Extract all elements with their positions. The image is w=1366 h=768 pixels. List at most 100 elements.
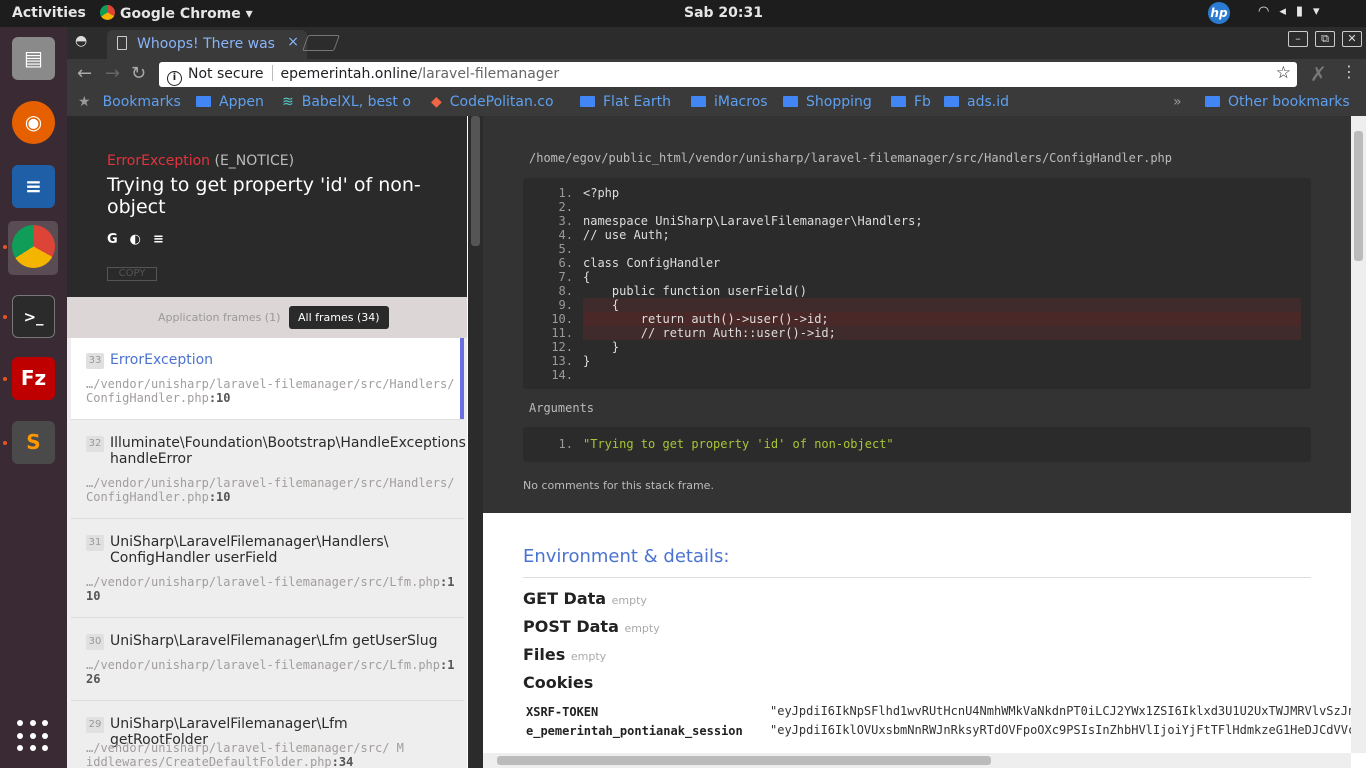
dock-firefox[interactable]: ◉ bbox=[8, 97, 58, 151]
chrome-menu-icon[interactable]: ⋮ bbox=[1341, 62, 1357, 81]
copy-button[interactable]: COPY bbox=[107, 267, 157, 281]
file-path: /home/egov/public_html/vendor/unisharp/l… bbox=[529, 151, 1172, 165]
dock-filezilla[interactable]: Fz bbox=[3, 353, 58, 407]
horizontal-scrollbar[interactable] bbox=[483, 753, 1351, 768]
dock-chrome[interactable] bbox=[3, 221, 58, 275]
other-bookmarks[interactable]: Other bookmarks bbox=[1205, 94, 1350, 110]
close-tab-icon[interactable]: × bbox=[287, 34, 299, 50]
line-number: 13. bbox=[551, 354, 573, 368]
frame-item[interactable]: 30 UniSharp\LaravelFilemanager\Lfm getUs… bbox=[71, 618, 464, 701]
tab-active[interactable]: Whoops! There was × bbox=[107, 30, 307, 59]
close-window-icon[interactable]: ✕ bbox=[1342, 31, 1362, 47]
url-host: epemerintah.online bbox=[280, 66, 418, 82]
section-cookies: Cookies bbox=[523, 673, 593, 692]
info-icon[interactable]: i bbox=[167, 71, 182, 86]
line-number: 5. bbox=[558, 242, 573, 256]
dock-files[interactable]: ▤ bbox=[8, 33, 58, 87]
exception-code: (E_NOTICE) bbox=[214, 153, 295, 169]
stackoverflow-icon[interactable]: ≡ bbox=[153, 232, 176, 247]
forward-icon[interactable]: → bbox=[105, 63, 120, 84]
bookmark-star-icon[interactable]: ☆ bbox=[1276, 63, 1291, 83]
minimize-icon[interactable]: – bbox=[1288, 31, 1308, 47]
frame-file: …/vendor/unisharp/laravel-filemanager/sr… bbox=[86, 658, 456, 686]
frame-path: …/vendor/unisharp/laravel-filemanager/sr… bbox=[86, 741, 404, 768]
files-icon: ▤ bbox=[12, 37, 55, 80]
chrome-icon bbox=[12, 225, 55, 268]
frame-item[interactable]: 29 UniSharp\LaravelFilemanager\Lfm getRo… bbox=[71, 701, 464, 768]
line-number: 11. bbox=[551, 326, 573, 340]
tab-all-frames[interactable]: All frames (34) bbox=[289, 306, 389, 329]
frame-path: …/vendor/unisharp/laravel-filemanager/sr… bbox=[86, 476, 455, 504]
codepolitan-icon: ◆ bbox=[431, 94, 442, 110]
highlighted-line: 10. return auth()->user()->id; bbox=[551, 312, 1301, 326]
bookmark-label: BabelXL, best o bbox=[301, 94, 411, 110]
bookmark-bookmarks[interactable]: ★ Bookmarks bbox=[78, 94, 181, 110]
frame-item[interactable]: 32 Illuminate\Foundation\Bootstrap\Handl… bbox=[71, 420, 466, 519]
tab-application-frames[interactable]: Application frames (1) bbox=[149, 306, 289, 329]
line-number: 4. bbox=[558, 228, 573, 242]
exception-header: ErrorException (E_NOTICE) Trying to get … bbox=[67, 116, 467, 297]
address-bar[interactable]: i Not secure epemerintah.online/laravel-fi… bbox=[159, 62, 1297, 87]
section-state: empty bbox=[611, 594, 647, 607]
folder-icon bbox=[1205, 96, 1220, 107]
line-number: 8. bbox=[558, 284, 573, 298]
sublime-icon: S bbox=[12, 421, 55, 464]
writer-icon: ≡ bbox=[12, 165, 55, 208]
cookie-value: "eyJpdiI6IkNpSFlhd1wvRUtHcnU4NmhWMkVaNkd… bbox=[770, 704, 1351, 718]
page-content: ErrorException (E_NOTICE) Trying to get … bbox=[67, 116, 1366, 768]
bookmarks-overflow-button[interactable]: » bbox=[1173, 94, 1182, 110]
activities-button[interactable]: Activities bbox=[12, 5, 86, 21]
bookmark-codepolitan[interactable]: ◆ CodePolitan.co bbox=[431, 94, 554, 110]
cookie-key: XSRF-TOKEN bbox=[526, 705, 599, 719]
arg-number: 1. bbox=[558, 437, 573, 451]
duckduckgo-icon[interactable]: ◐ bbox=[130, 232, 153, 247]
frame-line: :10 bbox=[208, 490, 231, 504]
frame-line: :34 bbox=[331, 755, 354, 768]
code-line: <?php bbox=[583, 186, 620, 200]
frame-index: 30 bbox=[86, 634, 104, 650]
tab-strip: ◓ Whoops! There was × – ⧉ ✕ bbox=[67, 27, 1366, 59]
exception-type: ErrorException (E_NOTICE) bbox=[107, 153, 294, 169]
line-number: 10. bbox=[551, 312, 573, 326]
bookmark-fb[interactable]: Fb bbox=[891, 94, 931, 110]
frame-class: Illuminate\Foundation\Bootstrap\HandleEx… bbox=[110, 435, 466, 467]
google-icon[interactable]: G bbox=[107, 232, 130, 247]
scrollbar-thumb[interactable] bbox=[1354, 131, 1363, 261]
dock-terminal[interactable]: >_ bbox=[3, 291, 58, 345]
frame-index: 31 bbox=[86, 535, 104, 551]
dock-writer[interactable]: ≡ bbox=[8, 161, 58, 215]
app-menu[interactable]: Google Chrome ▾ bbox=[100, 5, 253, 22]
frame-item[interactable]: 31 UniSharp\LaravelFilemanager\Handlers\… bbox=[71, 519, 464, 618]
bookmark-imacros[interactable]: iMacros bbox=[691, 94, 768, 110]
frame-path: …/vendor/unisharp/laravel-filemanager/sr… bbox=[86, 658, 441, 672]
firefox-icon: ◉ bbox=[12, 101, 55, 144]
bookmark-flat-earth[interactable]: Flat Earth bbox=[580, 94, 671, 110]
frames-scrollbar[interactable] bbox=[468, 116, 483, 768]
detail-panel: /home/egov/public_html/vendor/unisharp/l… bbox=[483, 116, 1351, 768]
exception-message: Trying to get property 'id' of non-objec… bbox=[107, 174, 421, 218]
bookmark-appen[interactable]: Appen bbox=[196, 94, 264, 110]
maximize-icon[interactable]: ⧉ bbox=[1315, 31, 1335, 47]
scrollbar-thumb[interactable] bbox=[497, 756, 991, 765]
scrollbar-thumb[interactable] bbox=[471, 116, 480, 246]
bookmark-ads-id[interactable]: ads.id bbox=[944, 94, 1009, 110]
system-tray[interactable]: ◠◂▮▾ bbox=[1258, 4, 1330, 19]
extension-icon[interactable]: ✗ bbox=[1310, 62, 1327, 86]
section-files: Files empty bbox=[523, 645, 606, 664]
bookmark-babelxl[interactable]: ≋ BabelXL, best o bbox=[282, 94, 411, 110]
section-title: Files bbox=[523, 645, 566, 664]
back-icon[interactable]: ← bbox=[77, 63, 92, 84]
dock-sublime[interactable]: S bbox=[3, 417, 58, 471]
frame-item[interactable]: 33 ErrorException …/vendor/unisharp/lara… bbox=[71, 338, 464, 420]
reload-icon[interactable]: ↻ bbox=[131, 63, 146, 84]
new-tab-button[interactable] bbox=[302, 35, 340, 51]
arguments-heading: Arguments bbox=[529, 401, 595, 415]
show-applications-icon[interactable] bbox=[17, 720, 49, 752]
hp-icon[interactable]: hp bbox=[1208, 2, 1230, 24]
page-scrollbar[interactable] bbox=[1351, 116, 1366, 753]
clock[interactable]: Sab 20:31 bbox=[684, 5, 763, 21]
frame-index: 32 bbox=[86, 436, 104, 452]
running-indicator bbox=[3, 441, 7, 445]
bookmark-shopping[interactable]: Shopping bbox=[783, 94, 872, 110]
frame-line: :10 bbox=[208, 391, 231, 405]
